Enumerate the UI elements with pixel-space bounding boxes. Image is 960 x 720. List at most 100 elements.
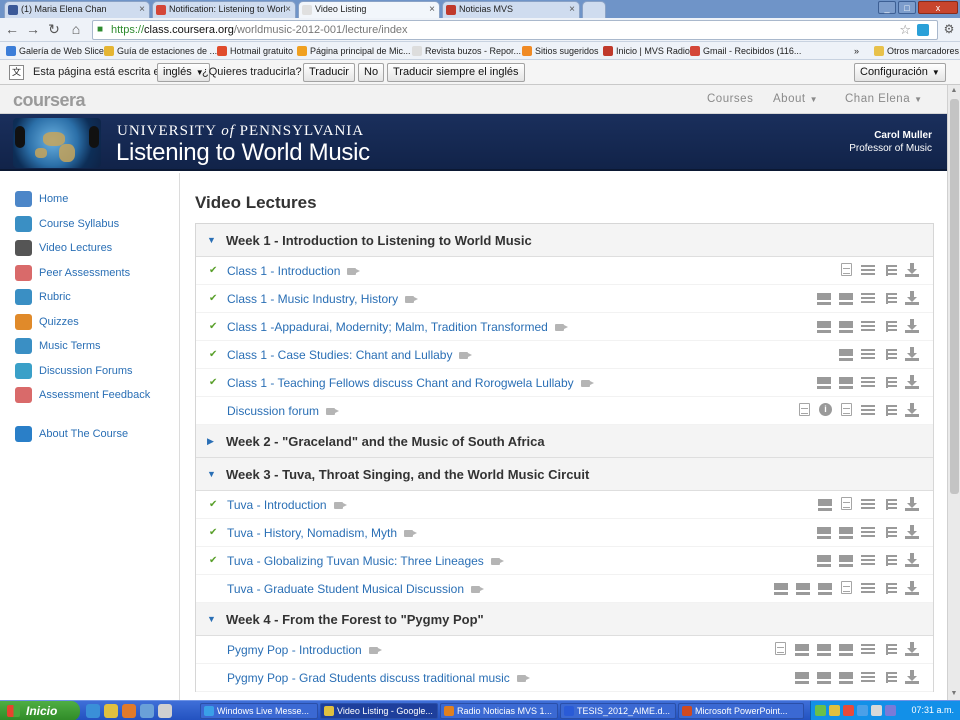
week-header[interactable]: ▼ Week 1 - Introduction to Listening to W… (196, 224, 933, 257)
explorer-icon[interactable] (140, 704, 154, 718)
subtitles-icon[interactable] (883, 377, 897, 388)
lecture-link[interactable]: Class 1 - Teaching Fellows discuss Chant… (227, 369, 594, 397)
bookmark-item[interactable]: Hotmail gratuito (217, 44, 293, 58)
reload-icon[interactable]: ↻ (46, 21, 62, 37)
no-translate-button[interactable]: No (358, 63, 385, 82)
sidebar-item-music-terms[interactable]: Music Terms (15, 337, 175, 355)
subtitles-icon[interactable] (883, 583, 897, 594)
slides-icon[interactable] (839, 672, 853, 684)
subtitles-icon[interactable] (883, 321, 897, 332)
other-bookmarks-folder[interactable]: Otros marcadores (874, 44, 959, 58)
document-icon[interactable] (841, 263, 852, 276)
download-icon[interactable] (905, 553, 919, 567)
translate-settings-button[interactable]: Configuración ▼ (854, 63, 946, 82)
transcript-icon[interactable] (861, 293, 875, 304)
slides-icon[interactable] (817, 644, 831, 656)
maximize-button[interactable]: □ (898, 1, 916, 14)
transcript-icon[interactable] (861, 644, 875, 655)
nav-courses-link[interactable]: Courses (707, 93, 753, 105)
chevron-down-icon[interactable]: ▼ (207, 458, 216, 491)
browser-tab-noticias[interactable]: Noticias MVS × (442, 1, 580, 18)
subtitles-icon[interactable] (883, 349, 897, 360)
lecture-link[interactable]: Class 1 - Music Industry, History (227, 285, 419, 313)
lecture-link[interactable]: Class 1 - Case Studies: Chant and Lullab… (227, 341, 473, 369)
chevron-down-icon[interactable]: ▼ (207, 603, 216, 636)
antivirus-icon[interactable] (843, 705, 854, 716)
taskbar-item-powerpoint[interactable]: Microsoft PowerPoint... (678, 703, 804, 719)
info-icon[interactable]: i (819, 403, 832, 416)
document-icon[interactable] (841, 497, 852, 510)
ie-icon[interactable] (86, 704, 100, 718)
slides-icon[interactable] (839, 321, 853, 333)
slides-icon[interactable] (817, 293, 831, 305)
close-icon[interactable]: × (285, 2, 291, 17)
slides-icon[interactable] (839, 377, 853, 389)
nav-about-menu[interactable]: About ▼ (773, 93, 818, 105)
taskbar-item-radio[interactable]: Radio Noticias MVS 1... (440, 703, 558, 719)
transcript-icon[interactable] (861, 265, 875, 276)
chrome-icon[interactable] (104, 704, 118, 718)
document-icon[interactable] (799, 403, 810, 416)
subtitles-icon[interactable] (883, 499, 897, 510)
transcript-icon[interactable] (861, 405, 875, 416)
subtitles-icon[interactable] (883, 644, 897, 655)
lecture-link[interactable]: Tuva - Graduate Student Musical Discussi… (227, 575, 484, 603)
transcript-icon[interactable] (861, 583, 875, 594)
document-icon[interactable] (841, 403, 852, 416)
transcript-icon[interactable] (861, 527, 875, 538)
network-icon[interactable] (815, 705, 826, 716)
slides-icon[interactable] (817, 672, 831, 684)
lecture-link[interactable]: Pygmy Pop - Introduction (227, 636, 382, 664)
close-icon[interactable]: × (429, 2, 435, 17)
transcript-icon[interactable] (861, 672, 875, 683)
transcript-icon[interactable] (861, 349, 875, 360)
sidebar-item-discussion-forums[interactable]: Discussion Forums (15, 362, 175, 380)
browser-tab-facebook[interactable]: (1) Maria Elena Chan × (4, 1, 150, 18)
download-icon[interactable] (905, 263, 919, 277)
download-icon[interactable] (905, 375, 919, 389)
subtitles-icon[interactable] (883, 293, 897, 304)
slides-icon[interactable] (839, 349, 853, 361)
slides-icon[interactable] (817, 555, 831, 567)
week-header[interactable]: ▼ Week 4 - From the Forest to "Pygmy Pop" (196, 603, 933, 636)
back-arrow-icon[interactable]: ← (4, 21, 20, 37)
tray-app-icon[interactable] (829, 705, 840, 716)
browser-tab-gmail[interactable]: Notification: Listening to Worl × (152, 1, 296, 18)
close-icon[interactable]: × (569, 2, 575, 17)
nav-user-menu[interactable]: Chan Elena ▼ (845, 93, 923, 105)
sidebar-item-about[interactable]: About The Course (15, 425, 175, 443)
chevron-right-icon[interactable]: ▶ (207, 425, 214, 458)
slides-icon[interactable] (839, 644, 853, 656)
download-icon[interactable] (905, 291, 919, 305)
lecture-link[interactable]: Tuva - Globalizing Tuvan Music: Three Li… (227, 547, 504, 575)
slides-icon[interactable] (774, 583, 788, 595)
bookmarks-overflow-button[interactable]: » (854, 44, 859, 58)
translate-button[interactable]: Traducir (303, 63, 355, 82)
subtitles-icon[interactable] (883, 555, 897, 566)
lecture-link[interactable]: Tuva - Introduction (227, 491, 347, 519)
bookmark-item[interactable]: Página principal de Mic... (297, 44, 411, 58)
lecture-link[interactable]: Tuva - History, Nomadism, Myth (227, 519, 418, 547)
transcript-icon[interactable] (861, 499, 875, 510)
browser-tab-video-listing[interactable]: Video Listing × (298, 1, 440, 18)
bookmark-item[interactable]: Revista buzos - Repor... (412, 44, 521, 58)
lecture-link[interactable]: Discussion forum (227, 397, 340, 425)
taskbar-item-messenger[interactable]: Windows Live Messe... (200, 703, 318, 719)
lecture-link[interactable]: Class 1 - Introduction (227, 257, 361, 285)
forward-arrow-icon[interactable]: → (25, 21, 41, 37)
download-icon[interactable] (905, 642, 919, 656)
lecture-link[interactable]: Class 1 -Appadurai, Modernity; Malm, Tra… (227, 313, 568, 341)
document-icon[interactable] (775, 642, 786, 655)
subtitles-icon[interactable] (883, 265, 897, 276)
minimize-button[interactable]: _ (878, 1, 896, 14)
bookmark-item[interactable]: Galería de Web Slice (6, 44, 104, 58)
slides-icon[interactable] (839, 555, 853, 567)
download-icon[interactable] (905, 581, 919, 595)
slides-icon[interactable] (817, 321, 831, 333)
page-scrollbar[interactable]: ▲ ▼ (947, 85, 960, 700)
bookmark-star-icon[interactable]: ☆ (899, 21, 911, 39)
bookmark-item[interactable]: Gmail - Recibidos (116... (690, 44, 801, 58)
firefox-icon[interactable] (122, 704, 136, 718)
wrench-icon[interactable]: ⚙ (942, 22, 956, 36)
slides-icon[interactable] (795, 672, 809, 684)
